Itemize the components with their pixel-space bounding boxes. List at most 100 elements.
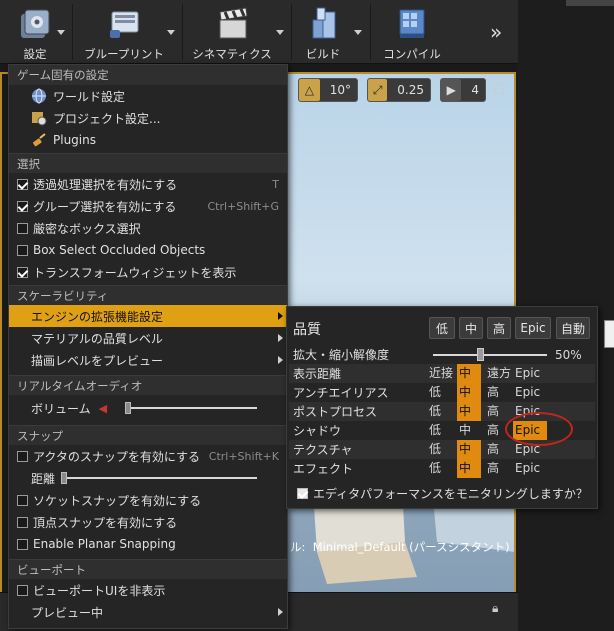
translucent-select-item[interactable]: 透過処理選択を有効にする T <box>9 173 287 195</box>
compile-label: コンパイル <box>383 47 441 61</box>
quality-option[interactable]: 中 <box>457 383 481 402</box>
transform-widget-label: トランスフォームウィジェットを表示 <box>33 265 237 280</box>
volume-slider-thumb[interactable] <box>125 402 131 414</box>
quality-option[interactable]: 低 <box>427 459 453 478</box>
preset-medium-button[interactable]: 中 <box>459 317 483 339</box>
box-select-occluded-label: Box Select Occluded Objects <box>33 243 206 257</box>
material-quality-item[interactable]: マテリアルの品質レベル <box>9 327 287 349</box>
quality-option[interactable]: 近接 <box>427 364 453 383</box>
preview-label: プレビュー中 <box>31 605 104 620</box>
snap-distance-item: 距離 <box>9 467 287 489</box>
strict-box-select-checkbox[interactable] <box>17 222 28 234</box>
speaker-muted-icon[interactable]: ◀ <box>99 402 107 415</box>
transform-widget-item[interactable]: トランスフォームウィジェットを表示 <box>9 261 287 283</box>
translucent-select-shortcut: T <box>272 177 279 191</box>
preview-item[interactable]: プレビュー中 <box>9 601 287 623</box>
quality-option[interactable]: 低 <box>427 421 453 440</box>
quality-option[interactable]: 高 <box>485 402 511 421</box>
cinematics-button[interactable]: シネマティクス <box>188 2 276 62</box>
resolution-scale-slider[interactable] <box>433 354 547 356</box>
section-header-game-specific: ゲーム固有の設定 <box>9 65 287 85</box>
planar-snap-checkbox[interactable] <box>17 538 28 550</box>
angle-snap-value: 10° <box>329 83 351 97</box>
hide-viewport-ui-checkbox[interactable] <box>17 584 28 596</box>
submenu-arrow-icon <box>278 356 283 364</box>
box-select-occluded-item[interactable]: Box Select Occluded Objects <box>9 239 287 261</box>
level-info: ル: Minimal_Default (パースシスタント) <box>290 539 510 555</box>
actor-snap-item[interactable]: アクタのスナップを有効にする Ctrl+Shift+K <box>9 445 287 467</box>
compile-button[interactable]: コンパイル <box>376 2 448 62</box>
volume-slider[interactable] <box>129 407 257 409</box>
hide-viewport-ui-label: ビューポートUIを非表示 <box>33 583 166 598</box>
toolbar-divider <box>291 4 292 60</box>
quality-option[interactable]: 高 <box>485 440 511 459</box>
strict-box-select-item[interactable]: 厳密なボックス選択 <box>9 217 287 239</box>
engine-scalability-label: エンジンの拡張機能設定 <box>31 309 164 324</box>
lock-icon[interactable]: 🔒︎ <box>492 601 498 616</box>
cinematics-dropdown-icon[interactable] <box>276 30 284 35</box>
build-button[interactable]: ビルド <box>298 2 348 62</box>
quality-row-label: テクスチャ <box>293 443 353 457</box>
planar-snap-item[interactable]: Enable Planar Snapping <box>9 533 287 555</box>
translucent-select-checkbox[interactable] <box>17 178 28 190</box>
quality-option[interactable]: 高 <box>485 459 511 478</box>
preview-rendering-item[interactable]: 描画レベルをプレビュー <box>9 349 287 371</box>
quality-option[interactable]: 中 <box>457 402 481 421</box>
quality-row: アンチエイリアス 低中高 Epic <box>289 383 595 402</box>
snap-distance-slider-thumb[interactable] <box>61 472 67 484</box>
engine-scalability-item[interactable]: エンジンの拡張機能設定 <box>9 305 287 327</box>
box-select-occluded-checkbox[interactable] <box>17 244 28 256</box>
preset-high-button[interactable]: 高 <box>487 317 511 339</box>
quality-option[interactable]: Epic <box>513 459 547 478</box>
quality-option[interactable]: 中 <box>457 364 481 383</box>
toolbar-overflow-button[interactable]: » <box>490 20 502 44</box>
resolution-scale-label: 拡大・縮小解像度 <box>293 348 390 362</box>
scale-snap-control[interactable]: ⤢ 0.25 <box>367 78 431 102</box>
preview-rendering-label: 描画レベルをプレビュー <box>31 353 164 368</box>
quality-option[interactable]: Epic <box>513 383 547 402</box>
quality-option[interactable]: 中 <box>457 440 481 459</box>
actor-snap-checkbox[interactable] <box>17 450 28 462</box>
vertex-snap-item[interactable]: 頂点スナップを有効にする <box>9 511 287 533</box>
quality-option[interactable]: 遠方 <box>485 364 511 383</box>
quality-option[interactable]: 低 <box>427 383 453 402</box>
preset-epic-button[interactable]: Epic <box>515 317 551 339</box>
quality-option[interactable]: 高 <box>485 383 511 402</box>
build-dropdown-icon[interactable] <box>354 30 362 35</box>
resolution-scale-thumb[interactable] <box>477 348 484 361</box>
settings-menu: ゲーム固有の設定 ワールド設定 プロジェクト設定... Plugins 選択 透… <box>8 64 288 629</box>
blueprint-button[interactable]: ブループリント <box>76 2 172 62</box>
build-blocks-icon <box>312 7 336 39</box>
material-quality-label: マテリアルの品質レベル <box>31 331 163 346</box>
group-select-shortcut: Ctrl+Shift+G <box>207 199 279 213</box>
quality-option[interactable]: 低 <box>427 440 453 459</box>
socket-snap-checkbox[interactable] <box>17 494 28 506</box>
blueprint-dropdown-icon[interactable] <box>167 30 175 35</box>
hide-viewport-ui-item[interactable]: ビューポートUIを非表示 <box>9 579 287 601</box>
preset-low-button[interactable]: 低 <box>429 317 455 339</box>
transform-widget-checkbox[interactable] <box>17 266 28 278</box>
plugins-item[interactable]: Plugins <box>9 129 287 151</box>
monitor-performance-checkbox[interactable] <box>297 488 308 499</box>
quality-option[interactable]: 低 <box>427 402 453 421</box>
maximize-viewport-icon[interactable] <box>494 84 504 94</box>
group-select-checkbox[interactable] <box>17 200 28 212</box>
vertex-snap-checkbox[interactable] <box>17 516 28 528</box>
snap-distance-slider[interactable] <box>63 477 257 479</box>
angle-snap-control[interactable]: △ 10° <box>298 78 358 102</box>
camera-speed-icon: ▶ <box>441 79 462 101</box>
camera-speed-control[interactable]: ▶ 4 <box>440 78 486 102</box>
preset-auto-button[interactable]: 自動 <box>556 317 590 339</box>
gear-icon <box>21 9 50 38</box>
socket-snap-item[interactable]: ソケットスナップを有効にする <box>9 489 287 511</box>
group-select-item[interactable]: グループ選択を有効にする Ctrl+Shift+G <box>9 195 287 217</box>
settings-button[interactable]: 設定 <box>10 2 60 62</box>
plugins-label: Plugins <box>53 133 96 147</box>
quality-option[interactable]: 中 <box>457 421 481 440</box>
settings-dropdown-icon[interactable] <box>57 30 65 35</box>
quality-option[interactable]: 中 <box>457 459 481 478</box>
world-settings-item[interactable]: ワールド設定 <box>9 85 287 107</box>
quality-option[interactable]: Epic <box>513 364 547 383</box>
monitor-performance-item[interactable]: エディタパフォーマンスをモニタリングしますか？ <box>297 485 588 502</box>
project-settings-item[interactable]: プロジェクト設定... <box>9 107 287 129</box>
